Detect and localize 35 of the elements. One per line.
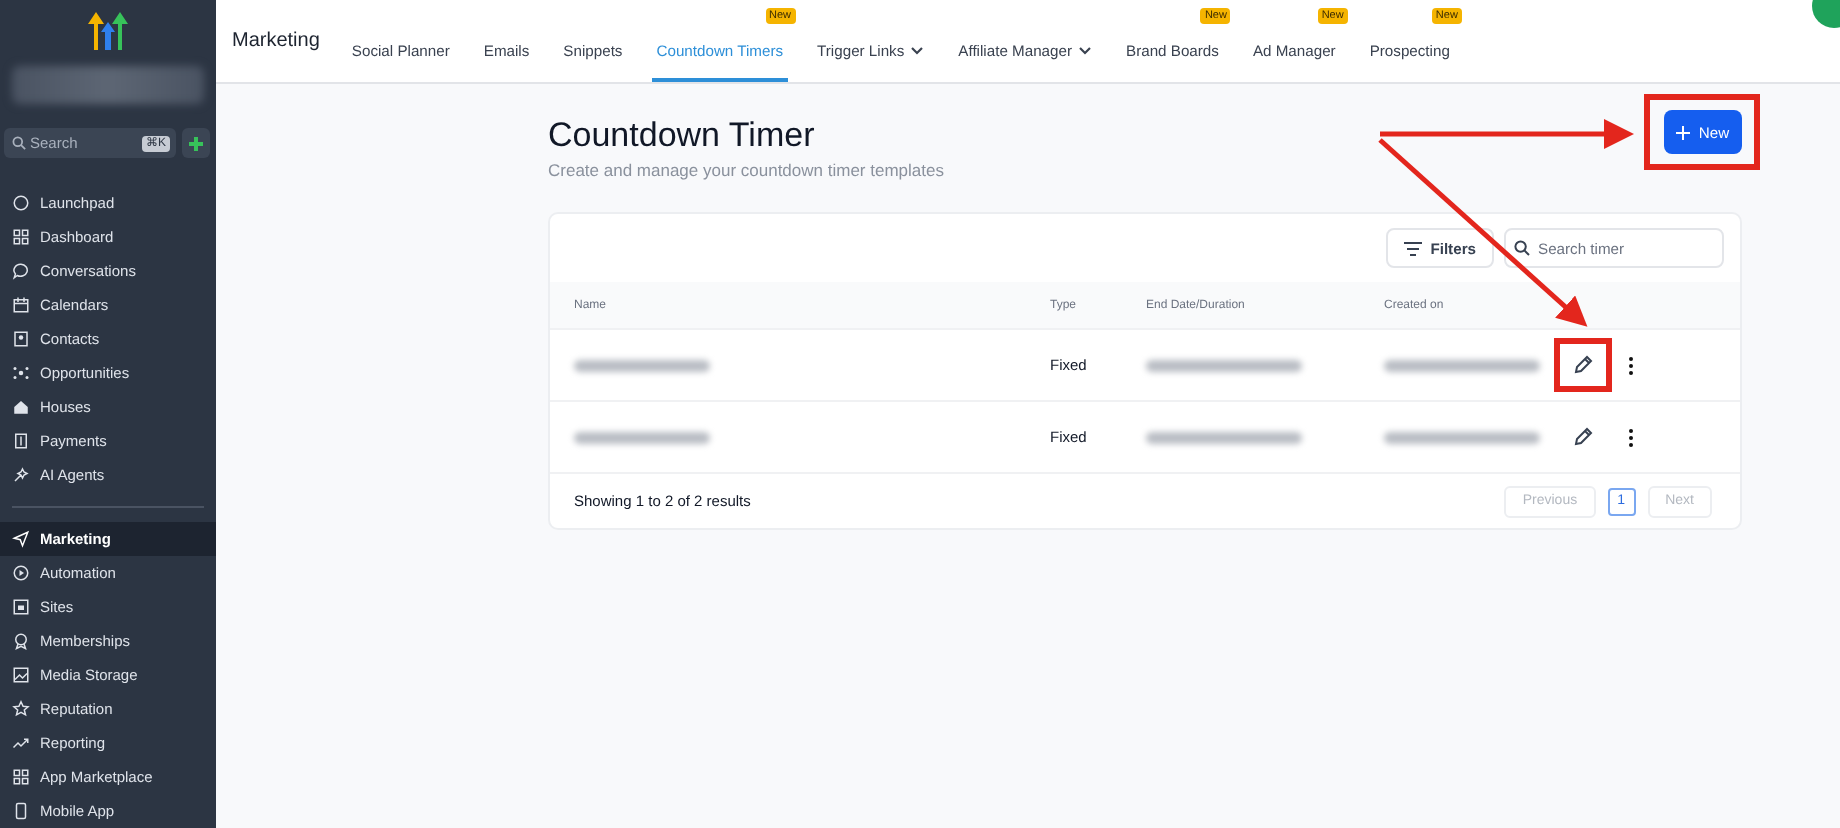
- nav-icon: [12, 262, 30, 281]
- nav-icon: [12, 564, 30, 582]
- nav-icon: [12, 194, 30, 213]
- more-icon[interactable]: [1628, 355, 1634, 375]
- nav-icon: [12, 665, 30, 684]
- redacted-text: [574, 431, 710, 443]
- edit-icon[interactable]: [1572, 354, 1594, 376]
- logo-icon: [86, 10, 130, 50]
- quick-add-button[interactable]: [182, 128, 210, 159]
- nav-icon: [12, 466, 30, 485]
- nav-icon: [12, 631, 30, 650]
- search-icon: [12, 136, 26, 151]
- edit-icon[interactable]: [1572, 426, 1594, 448]
- nav-icon: [12, 398, 30, 417]
- filter-icon: [1404, 241, 1423, 255]
- page-subtitle: Create and manage your countdown timer templates: [548, 160, 944, 180]
- nav-icon: [12, 733, 30, 752]
- nav-icon: [12, 330, 30, 349]
- nav-icon: [12, 767, 30, 786]
- section-title: Marketing: [232, 30, 320, 52]
- nav-icon: [12, 530, 30, 549]
- nav-icon: [12, 597, 30, 616]
- nav-icon: [12, 432, 30, 451]
- redacted-text: [574, 359, 710, 371]
- account-switcher[interactable]: [12, 66, 204, 105]
- more-icon[interactable]: [1628, 427, 1634, 447]
- plus-icon: [188, 135, 204, 152]
- nav-icon: [12, 364, 30, 383]
- nav-icon: [12, 296, 30, 315]
- plus-icon: [1676, 125, 1691, 139]
- nav-icon: [12, 801, 30, 820]
- page-title: Countdown Timer: [548, 116, 817, 156]
- nav-icon: [12, 228, 30, 247]
- search-icon: [1514, 240, 1530, 256]
- nav-icon: [12, 699, 30, 718]
